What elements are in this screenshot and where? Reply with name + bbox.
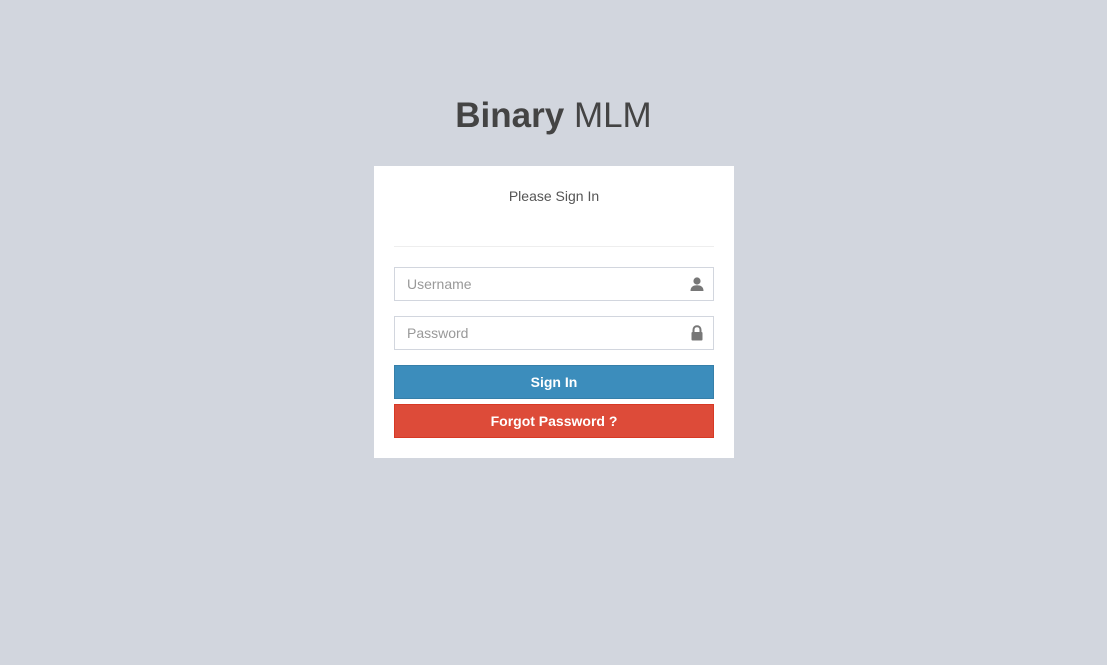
forgot-password-button[interactable]: Forgot Password ? [394,404,714,438]
logo-brand-bold: Binary [455,96,565,135]
divider [394,246,714,247]
login-box-message: Please Sign In [508,188,600,204]
password-field [394,316,714,350]
logo-brand-light: MLM [573,96,652,135]
password-input[interactable] [395,317,713,349]
app-logo: Binary MLM [0,94,1107,138]
login-box: Please Sign In Sign In Forgot Password ? [374,166,734,458]
username-input[interactable] [395,268,713,300]
lock-icon [689,325,705,341]
username-field [394,267,714,301]
user-icon [689,276,705,292]
sign-in-button[interactable]: Sign In [394,365,714,399]
